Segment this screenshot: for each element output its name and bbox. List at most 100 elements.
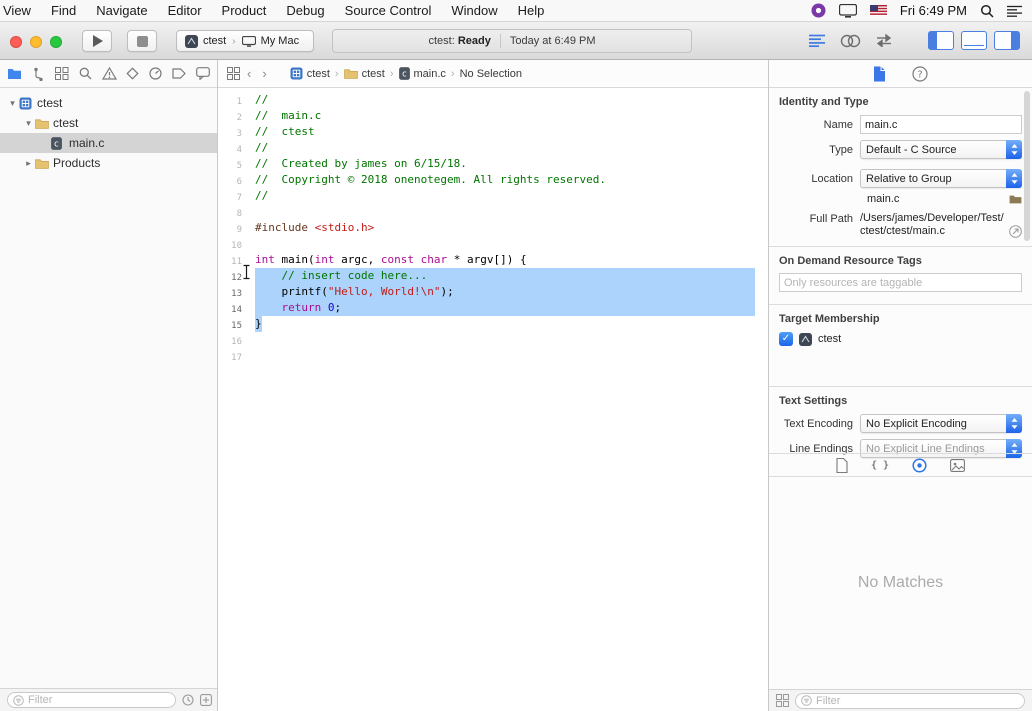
scm-status-filter-icon[interactable] <box>200 694 212 706</box>
close-window-button[interactable] <box>10 36 22 48</box>
menu-item-find[interactable]: Find <box>41 0 86 21</box>
breadcrumb-item-no-selection[interactable]: No Selection <box>460 68 522 80</box>
menu-item-debug[interactable]: Debug <box>276 0 334 21</box>
code-line-9[interactable]: 9#include <stdio.h> <box>218 220 768 236</box>
file-tree-row-main-c[interactable]: cmain.c <box>0 133 217 153</box>
menu-item-help[interactable]: Help <box>508 0 555 21</box>
code-line-15[interactable]: 15} <box>218 316 768 332</box>
code-line-5[interactable]: 5// Created by james on 6/15/18. <box>218 156 768 172</box>
file-tree-row-products[interactable]: ▸Products <box>0 153 217 173</box>
code-line-8[interactable]: 8 <box>218 204 768 220</box>
zoom-window-button[interactable] <box>50 36 62 48</box>
resource-tags-field[interactable] <box>779 273 1022 292</box>
line-number[interactable]: 16 <box>218 332 242 348</box>
line-number[interactable]: 7 <box>218 188 242 204</box>
forward-button[interactable]: › <box>262 67 266 80</box>
inspector-scrollbar[interactable] <box>1024 91 1030 241</box>
menu-item-window[interactable]: Window <box>441 0 507 21</box>
open-path-arrow-icon[interactable] <box>1009 225 1022 238</box>
text-encoding-dropdown[interactable]: No Explicit Encoding <box>860 414 1022 433</box>
line-number[interactable]: 6 <box>218 172 242 188</box>
code-snippet-library-icon[interactable]: { } <box>871 460 889 471</box>
recent-files-filter-icon[interactable] <box>182 694 194 706</box>
line-number[interactable]: 4 <box>218 140 242 156</box>
grid-view-icon[interactable] <box>776 694 789 707</box>
inspector-panel-toggle[interactable] <box>994 31 1020 50</box>
line-number[interactable]: 14 <box>218 300 242 316</box>
source-code-editor[interactable]: 1//2// main.c3// ctest4//5// Created by … <box>218 88 768 711</box>
code-line-10[interactable]: 10 <box>218 236 768 252</box>
line-number[interactable]: 5 <box>218 156 242 172</box>
menu-item-source-control[interactable]: Source Control <box>335 0 442 21</box>
breadcrumb-item-ctest[interactable]: ctest <box>344 68 385 80</box>
debug-area-toggle[interactable] <box>961 31 987 50</box>
code-line-3[interactable]: 3// ctest <box>218 124 768 140</box>
file-tree-row-ctest[interactable]: ▾ctest <box>0 93 217 113</box>
disclosure-triangle-icon[interactable]: ▾ <box>6 98 19 109</box>
library-filter-field[interactable] <box>795 693 1025 709</box>
breakpoint-navigator-icon[interactable] <box>172 68 186 79</box>
code-line-16[interactable]: 16 <box>218 332 768 348</box>
library-filter-input[interactable] <box>816 695 1019 707</box>
version-editor-icon[interactable] <box>874 34 894 47</box>
displays-menu-icon[interactable] <box>839 4 857 18</box>
navigator-panel-toggle[interactable] <box>928 31 954 50</box>
code-line-4[interactable]: 4// <box>218 140 768 156</box>
back-button[interactable]: ‹ <box>247 67 251 80</box>
line-number[interactable]: 15 <box>218 316 242 332</box>
related-items-icon[interactable] <box>227 67 240 80</box>
menu-item-view[interactable]: View <box>0 0 41 21</box>
code-line-14[interactable]: 14 return 0; <box>218 300 768 316</box>
target-checkbox[interactable]: ✓ <box>779 332 793 346</box>
line-number[interactable]: 10 <box>218 236 242 252</box>
code-line-13[interactable]: 13 printf("Hello, World!\n"); <box>218 284 768 300</box>
code-line-17[interactable]: 17 <box>218 348 768 364</box>
menu-item-product[interactable]: Product <box>212 0 277 21</box>
choose-location-folder-icon[interactable] <box>1009 194 1022 204</box>
line-number[interactable]: 13 <box>218 284 242 300</box>
navigator-filter-field[interactable] <box>7 692 176 708</box>
media-library-icon[interactable] <box>950 459 965 472</box>
code-line-7[interactable]: 7// <box>218 188 768 204</box>
navigator-filter-input[interactable] <box>28 694 170 706</box>
issue-navigator-icon[interactable] <box>102 67 117 80</box>
line-number[interactable]: 17 <box>218 348 242 364</box>
disclosure-triangle-icon[interactable]: ▾ <box>22 118 35 129</box>
code-line-11[interactable]: 11int main(int argc, const char * argv[]… <box>218 252 768 268</box>
report-navigator-icon[interactable] <box>196 67 210 80</box>
code-line-2[interactable]: 2// main.c <box>218 108 768 124</box>
object-library-icon[interactable] <box>912 458 927 473</box>
test-navigator-icon[interactable] <box>126 67 139 80</box>
purple-app-menu-icon[interactable] <box>811 3 826 18</box>
source-control-navigator-icon[interactable] <box>32 67 45 81</box>
standard-editor-icon[interactable] <box>807 33 827 48</box>
spotlight-search-icon[interactable] <box>980 4 994 18</box>
breadcrumb-item-ctest[interactable]: ctest <box>290 67 330 80</box>
line-number[interactable]: 9 <box>218 220 242 236</box>
menu-item-navigate[interactable]: Navigate <box>86 0 157 21</box>
file-name-field[interactable] <box>860 115 1022 134</box>
menu-clock[interactable]: Fri 6:49 PM <box>900 3 967 18</box>
quick-help-icon[interactable]: ? <box>912 66 928 82</box>
line-number[interactable]: 11 <box>218 252 242 268</box>
scheme-selector[interactable]: ctest › My Mac <box>176 30 314 52</box>
code-line-1[interactable]: 1// <box>218 92 768 108</box>
stop-button[interactable] <box>127 30 157 52</box>
code-line-12[interactable]: 12 // insert code here... <box>218 268 768 284</box>
file-type-dropdown[interactable]: Default - C Source <box>860 140 1022 159</box>
file-template-library-icon[interactable] <box>836 458 848 473</box>
line-number[interactable]: 8 <box>218 204 242 220</box>
menu-item-editor[interactable]: Editor <box>158 0 212 21</box>
notification-center-icon[interactable] <box>1007 5 1022 17</box>
code-line-6[interactable]: 6// Copyright © 2018 onenotegem. All rig… <box>218 172 768 188</box>
file-tree-row-ctest[interactable]: ▾ctest <box>0 113 217 133</box>
input-source-flag-icon[interactable] <box>870 5 887 16</box>
find-navigator-icon[interactable] <box>79 67 92 80</box>
location-dropdown[interactable]: Relative to Group <box>860 169 1022 188</box>
line-number[interactable]: 3 <box>218 124 242 140</box>
project-navigator-icon[interactable] <box>7 67 22 80</box>
line-number[interactable]: 12 <box>218 268 242 284</box>
minimize-window-button[interactable] <box>30 36 42 48</box>
file-inspector-icon[interactable] <box>873 66 886 82</box>
line-number[interactable]: 1 <box>218 92 242 108</box>
